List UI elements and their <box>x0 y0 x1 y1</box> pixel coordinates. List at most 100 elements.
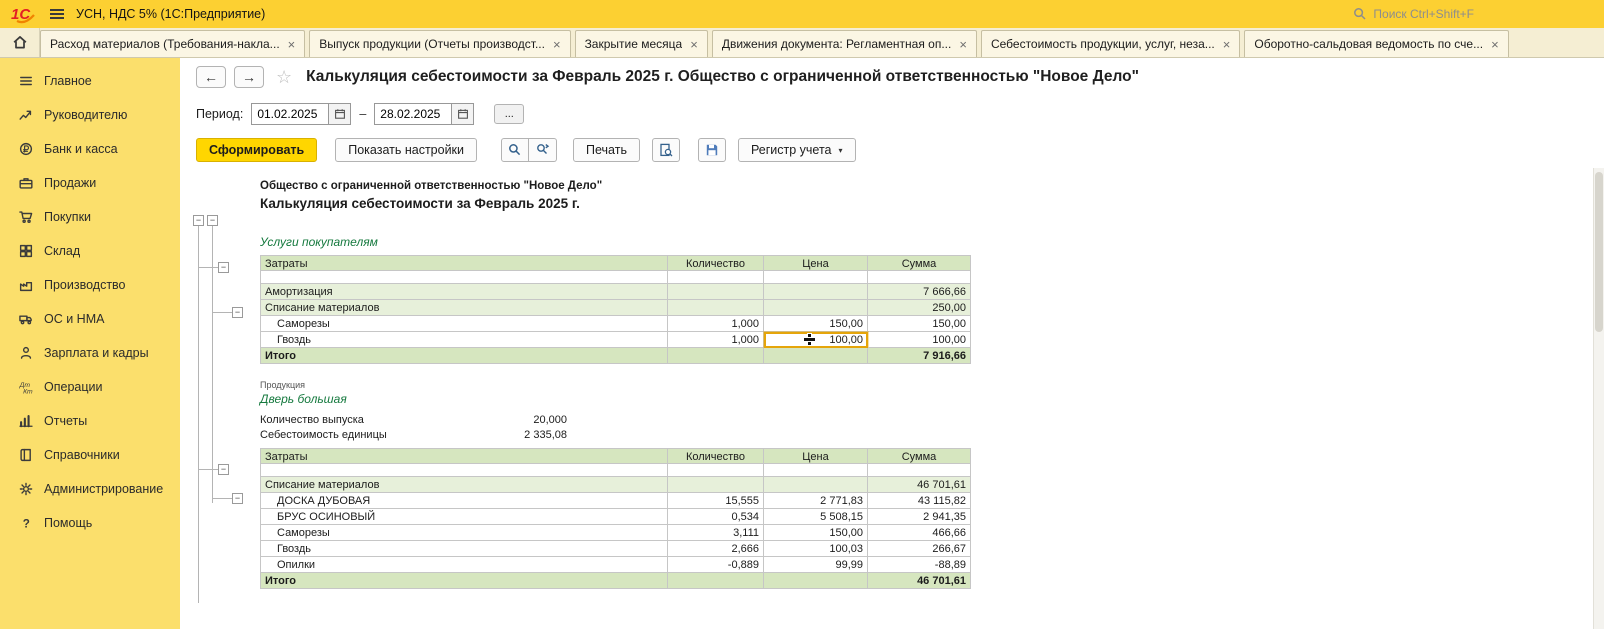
cell-price[interactable]: 150,00 <box>764 525 868 541</box>
cell-name[interactable]: БРУС ОСИНОВЫЙ <box>260 509 668 525</box>
forward-button[interactable]: → <box>234 66 264 88</box>
tab-4[interactable]: Движения документа: Регламентная оп...× <box>712 30 977 57</box>
period-more-button[interactable]: ... <box>494 104 524 124</box>
tab-close-icon[interactable]: × <box>288 38 296 51</box>
cell-qty[interactable]: 0,534 <box>668 509 764 525</box>
collapse-level-1-button[interactable]: − <box>193 215 204 226</box>
report-row[interactable]: Саморезы3,111150,00466,66 <box>260 525 971 541</box>
report-row[interactable]: Списание материалов 46 701,61 <box>260 477 971 493</box>
cell-name[interactable]: Амортизация <box>260 284 668 300</box>
cell-price[interactable]: 150,00 <box>764 316 868 332</box>
sidebar-item-prodazhi[interactable]: Продажи <box>0 166 180 200</box>
sidebar-item-os-i-nma[interactable]: ОС и НМА <box>0 302 180 336</box>
print-button[interactable]: Печать <box>573 138 640 162</box>
cell-price[interactable]: 100,00 <box>764 332 868 348</box>
cell-sum[interactable]: 250,00 <box>868 300 971 316</box>
find-next-button[interactable] <box>529 138 557 162</box>
cell-sum[interactable]: 46 701,61 <box>868 477 971 493</box>
calendar-icon[interactable] <box>328 104 350 124</box>
scrollbar-thumb[interactable] <box>1595 172 1603 332</box>
report-row[interactable]: ДОСКА ДУБОВАЯ15,5552 771,8343 115,82 <box>260 493 971 509</box>
cell-sum[interactable]: 43 115,82 <box>868 493 971 509</box>
cell-price[interactable]: 100,03 <box>764 541 868 557</box>
sidebar-item-spravochniki[interactable]: Справочники <box>0 438 180 472</box>
cell-name[interactable]: Гвоздь <box>260 332 668 348</box>
cell-sum[interactable]: 466,66 <box>868 525 971 541</box>
cell-price[interactable] <box>764 300 868 316</box>
column-header[interactable]: Количество <box>668 255 764 271</box>
cell-qty[interactable]: 3,111 <box>668 525 764 541</box>
cell-name[interactable]: Итого <box>260 348 668 364</box>
report-row[interactable]: Опилки-0,88999,99-88,89 <box>260 557 971 573</box>
cell-sum[interactable]: 2 941,35 <box>868 509 971 525</box>
cell-name[interactable]: ДОСКА ДУБОВАЯ <box>260 493 668 509</box>
collapse-section-2-button[interactable]: − <box>218 464 229 475</box>
report-row[interactable]: Амортизация 7 666,66 <box>260 284 971 300</box>
sidebar-item-pokupki[interactable]: Покупки <box>0 200 180 234</box>
tab-2[interactable]: Выпуск продукции (Отчеты производст...× <box>309 30 570 57</box>
sidebar-item-sklad[interactable]: Склад <box>0 234 180 268</box>
column-header[interactable]: Количество <box>668 448 764 464</box>
report-row[interactable]: БРУС ОСИНОВЫЙ0,5345 508,152 941,35 <box>260 509 971 525</box>
period-from-input[interactable] <box>252 107 328 121</box>
sidebar-item-otchety[interactable]: Отчеты <box>0 404 180 438</box>
cell-sum[interactable]: 100,00 <box>868 332 971 348</box>
find-button[interactable] <box>501 138 529 162</box>
column-header[interactable]: Сумма <box>868 255 971 271</box>
report-row[interactable]: Гвоздь1,000100,00100,00 <box>260 332 971 348</box>
collapse-section-1-button[interactable]: − <box>218 262 229 273</box>
column-header[interactable]: Затраты <box>260 448 668 464</box>
main-menu-icon[interactable] <box>50 9 64 19</box>
collapse-level-2-button[interactable]: − <box>207 215 218 226</box>
cell-qty[interactable]: -0,889 <box>668 557 764 573</box>
period-to-input[interactable] <box>375 107 451 121</box>
report-row[interactable]: Списание материалов250,00 <box>260 300 971 316</box>
sidebar-item-glavnoe[interactable]: Главное <box>0 64 180 98</box>
calendar-icon[interactable] <box>451 104 473 124</box>
cell-price[interactable] <box>764 284 868 300</box>
tab-5[interactable]: Себестоимость продукции, услуг, неза...× <box>981 30 1240 57</box>
cell-price[interactable] <box>764 348 868 364</box>
cell-sum[interactable]: 150,00 <box>868 316 971 332</box>
cell-price[interactable]: 2 771,83 <box>764 493 868 509</box>
home-tab[interactable] <box>0 28 40 57</box>
back-button[interactable]: ← <box>196 66 226 88</box>
report-row[interactable]: Гвоздь2,666100,03266,67 <box>260 541 971 557</box>
tab-1[interactable]: Расход материалов (Требования-накла...× <box>40 30 305 57</box>
cell-sum[interactable]: 46 701,61 <box>868 573 971 589</box>
cell-price[interactable] <box>764 477 868 493</box>
global-search[interactable]: Поиск Ctrl+Shift+F <box>1353 7 1474 21</box>
vertical-scrollbar[interactable] <box>1593 168 1604 629</box>
cell-name[interactable]: Итого <box>260 573 668 589</box>
sidebar-item-pomosch[interactable]: ?Помощь <box>0 506 180 540</box>
generate-button[interactable]: Сформировать <box>196 138 317 162</box>
cell-qty[interactable] <box>668 573 764 589</box>
column-header[interactable]: Сумма <box>868 448 971 464</box>
cell-sum[interactable]: 7 916,66 <box>868 348 971 364</box>
cell-qty[interactable] <box>668 300 764 316</box>
report-row[interactable]: Итого 46 701,61 <box>260 573 971 589</box>
cell-qty[interactable]: 2,666 <box>668 541 764 557</box>
report-row[interactable]: Итого 7 916,66 <box>260 348 971 364</box>
tab-close-icon[interactable]: × <box>1491 38 1499 51</box>
favorite-star-icon[interactable]: ☆ <box>276 67 292 88</box>
cell-sum[interactable]: 7 666,66 <box>868 284 971 300</box>
sidebar-item-zarplata-i-kadry[interactable]: Зарплата и кадры <box>0 336 180 370</box>
tab-close-icon[interactable]: × <box>1223 38 1231 51</box>
column-header[interactable]: Затраты <box>260 255 668 271</box>
cell-name[interactable]: Саморезы <box>260 316 668 332</box>
show-settings-button[interactable]: Показать настройки <box>335 138 477 162</box>
cell-name[interactable]: Опилки <box>260 557 668 573</box>
sidebar-item-proizvodstvo[interactable]: Производство <box>0 268 180 302</box>
cell-name[interactable]: Саморезы <box>260 525 668 541</box>
cell-sum[interactable]: 266,67 <box>868 541 971 557</box>
cell-qty[interactable]: 15,555 <box>668 493 764 509</box>
cell-qty[interactable] <box>668 477 764 493</box>
cell-sum[interactable]: -88,89 <box>868 557 971 573</box>
cell-price[interactable] <box>764 573 868 589</box>
tab-6[interactable]: Оборотно-сальдовая ведомость по сче...× <box>1244 30 1508 57</box>
cell-price[interactable]: 99,99 <box>764 557 868 573</box>
tab-3[interactable]: Закрытие месяца× <box>575 30 708 57</box>
print-preview-button[interactable] <box>652 138 680 162</box>
cell-name[interactable]: Списание материалов <box>260 477 668 493</box>
